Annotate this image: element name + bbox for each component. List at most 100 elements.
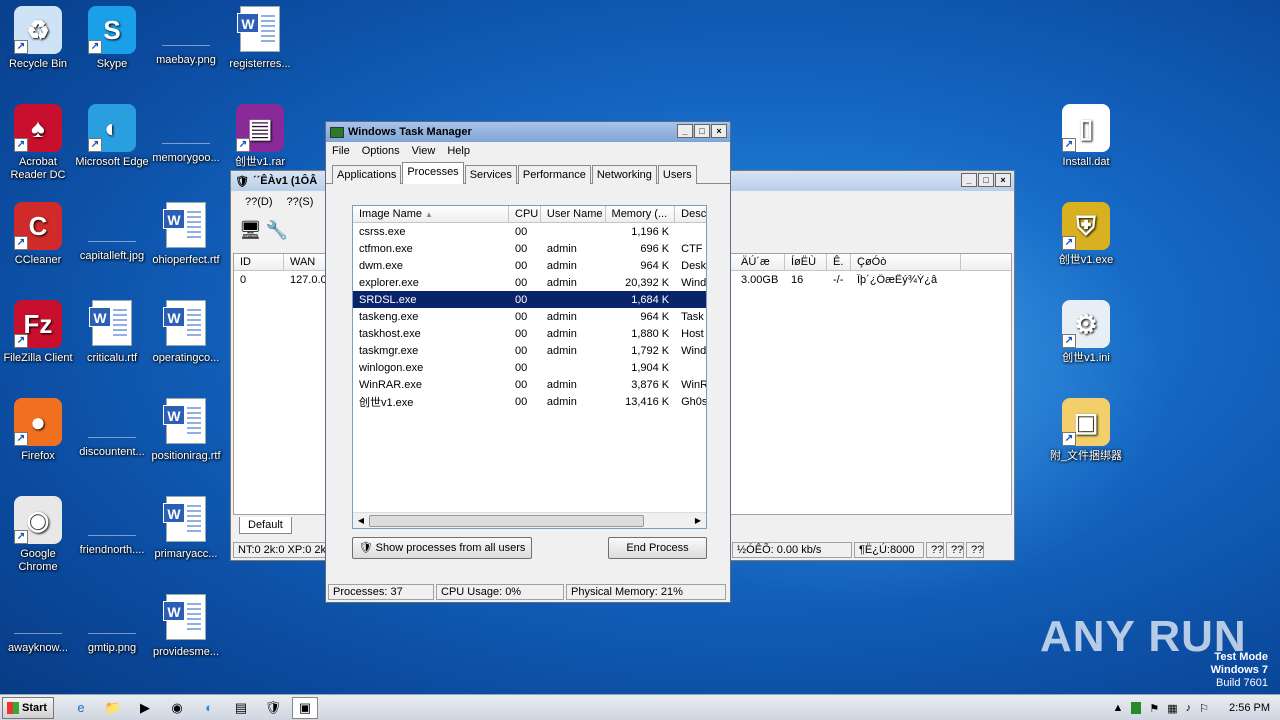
process-row[interactable]: WinRAR.exe 00 admin 3,876 K WinR (353, 376, 706, 393)
col-image-name[interactable]: Image Name ▲ (353, 206, 510, 222)
col-wan[interactable]: WAN (284, 254, 329, 270)
process-list[interactable]: Image Name ▲ CPU User Name Memory (... D… (352, 205, 707, 529)
desktop-icon[interactable]: gmtip.png (74, 594, 150, 655)
col-user-name[interactable]: User Name (541, 206, 606, 222)
scroll-left-icon[interactable]: ◀ (353, 516, 369, 525)
col-memory[interactable]: ÄÚ´æ (735, 254, 785, 270)
desktop-icon[interactable]: Wcriticalu.rtf (74, 300, 150, 365)
process-row[interactable]: ctfmon.exe 00 admin 696 K CTF I (353, 240, 706, 257)
volume-icon[interactable]: ♪ (1186, 702, 1192, 714)
col-cpu[interactable]: CPU (509, 206, 541, 222)
menu-item-s[interactable]: ??(S) (287, 196, 314, 208)
edge-icon[interactable]: ◐ (196, 697, 222, 719)
process-row[interactable]: csrss.exe 00 1,196 K (353, 223, 706, 240)
scroll-right-icon[interactable]: ▶ (690, 516, 706, 525)
process-row[interactable]: winlogon.exe 00 1,904 K (353, 359, 706, 376)
desktop-icon[interactable]: awayknow... (0, 594, 76, 655)
tab-applications[interactable]: Applications (332, 165, 402, 184)
tab-performance[interactable]: Performance (517, 165, 591, 184)
desktop-icon[interactable]: memorygoo... (148, 104, 224, 165)
close-button[interactable]: × (995, 173, 1011, 187)
process-row[interactable]: dwm.exe 00 admin 964 K Desk (353, 257, 706, 274)
desktop-icon[interactable]: Wregisterres... (222, 6, 298, 71)
minimize-button[interactable]: _ (677, 124, 693, 138)
desktop-icon[interactable]: ▣ ↗ 附_文件捆绑器 (1048, 398, 1124, 463)
minimize-button[interactable]: _ (961, 173, 977, 187)
desktop-icon[interactable]: ◉ ↗ Google Chrome (0, 496, 76, 574)
close-button[interactable]: × (711, 124, 727, 138)
menu-view[interactable]: View (412, 145, 436, 157)
desktop-icon[interactable]: Wpositionirag.rtf (148, 398, 224, 463)
winrar-icon[interactable]: ▤ (228, 697, 254, 719)
desktop-icon[interactable]: Wohioperfect.rtf (148, 202, 224, 267)
tray-flag-icon-2[interactable]: ⚐ (1199, 702, 1209, 715)
maximize-button[interactable]: □ (978, 173, 994, 187)
desktop-icon[interactable]: ⛨ ↗ 创世v1.exe (1048, 202, 1124, 267)
network-icon[interactable]: ▦ (1167, 702, 1177, 715)
desktop-icon[interactable]: discountent... (74, 398, 150, 459)
chrome-icon[interactable]: ◉ (164, 697, 190, 719)
tray-flag-icon[interactable]: ⚑ (1149, 702, 1159, 715)
desktop-icon[interactable]: ● ↗ Firefox (0, 398, 76, 463)
tab-default[interactable]: Default (239, 517, 292, 534)
desktop-icon[interactable]: ⚙ ↗ 创世v1.ini (1048, 300, 1124, 365)
tray-expand-icon[interactable]: ▲ (1112, 702, 1123, 714)
tab-users[interactable]: Users (657, 165, 697, 184)
desktop-icon[interactable]: maebay.png (148, 6, 224, 67)
task-manager-titlebar[interactable]: Windows Task Manager _ □ × (326, 122, 730, 142)
desktop-icon[interactable]: Woperatingco... (148, 300, 224, 365)
clock[interactable]: 2:56 PM (1229, 702, 1270, 714)
process-row[interactable]: SRDSL.exe 00 1,684 K (353, 291, 706, 308)
menu-options[interactable]: Options (362, 145, 400, 157)
menu-help[interactable]: Help (447, 145, 470, 157)
scroll-thumb[interactable] (369, 514, 644, 527)
end-process-button[interactable]: End Process (608, 537, 707, 559)
tab-networking[interactable]: Networking (591, 165, 657, 184)
desktop-icon[interactable]: ▤ ↗ 创世v1.rar (222, 104, 298, 169)
col-description[interactable]: Desc (675, 206, 706, 222)
desktop-icon[interactable]: Fz ↗ FileZilla Client (0, 300, 76, 365)
tools-icon[interactable]: 🔧 (266, 220, 288, 241)
desktop-icon[interactable]: capitalleft.jpg (74, 202, 150, 263)
task-manager-window[interactable]: Windows Task Manager _ □ × File Options … (325, 121, 731, 603)
media-player-icon[interactable]: ▶ (132, 697, 158, 719)
process-row[interactable]: taskmgr.exe 00 admin 1,792 K Wind (353, 342, 706, 359)
show-all-processes-button[interactable]: 🛡 Show processes from all users (352, 537, 532, 559)
desktop-icon[interactable]: C ↗ CCleaner (0, 202, 76, 267)
desktop-icon[interactable]: ♠ ↗ Acrobat Reader DC (0, 104, 76, 182)
maximize-button[interactable]: □ (694, 124, 710, 138)
start-button[interactable]: Start (2, 696, 54, 719)
explorer-icon[interactable]: 📁 (100, 697, 126, 719)
process-row[interactable]: taskhost.exe 00 admin 1,880 K Host (353, 325, 706, 342)
col-memory[interactable]: Memory (... (606, 206, 676, 222)
col-e[interactable]: Ê. (827, 254, 851, 270)
col-speed[interactable]: ÍøËÙ (785, 254, 827, 270)
ie-icon[interactable]: e (68, 697, 94, 719)
process-name: csrss.exe (359, 225, 406, 238)
col-region[interactable]: ÇøÓò (851, 254, 961, 270)
tray-green-icon[interactable] (1131, 702, 1142, 714)
process-cpu: 00 (515, 259, 528, 272)
tab-processes[interactable]: Processes (402, 162, 464, 184)
windows-watermark: Test Mode Windows 7 Build 7601 (1211, 651, 1268, 690)
desktop-icon-label: maebay.png (156, 54, 216, 66)
process-row[interactable]: taskeng.exe 00 admin 964 K Task (353, 308, 706, 325)
process-row[interactable]: explorer.exe 00 admin 20,392 K Wind (353, 274, 706, 291)
desktop-icon[interactable]: friendnorth.... (74, 496, 150, 557)
menu-item-d[interactable]: ??(D) (245, 196, 273, 208)
tab-services[interactable]: Services (464, 165, 517, 184)
desktop-icon-label: Google Chrome (18, 548, 58, 573)
computer-tool-icon[interactable]: 🖥 (239, 220, 262, 241)
desktop-icon[interactable]: Wprovidesme... (148, 594, 224, 659)
desktop-icon[interactable]: Wprimaryacc... (148, 496, 224, 561)
desktop-icon[interactable]: ◐ ↗ Microsoft Edge (74, 104, 150, 169)
col-id[interactable]: ID (234, 254, 284, 270)
desktop-icon[interactable]: ♻ ↗ Recycle Bin (0, 6, 76, 71)
process-row[interactable]: 创世v1.exe 00 admin 13,416 K Gh0s (353, 393, 706, 410)
horizontal-scrollbar[interactable]: ◀ ▶ (353, 512, 706, 528)
rat-client-taskbar-icon[interactable]: 🛡 (260, 697, 286, 719)
task-manager-taskbar-icon[interactable]: ▣ (292, 696, 318, 719)
desktop-icon[interactable]: S ↗ Skype (74, 6, 150, 71)
menu-file[interactable]: File (332, 145, 350, 157)
desktop-icon[interactable]: ▯ ↗ Install.dat (1048, 104, 1124, 169)
